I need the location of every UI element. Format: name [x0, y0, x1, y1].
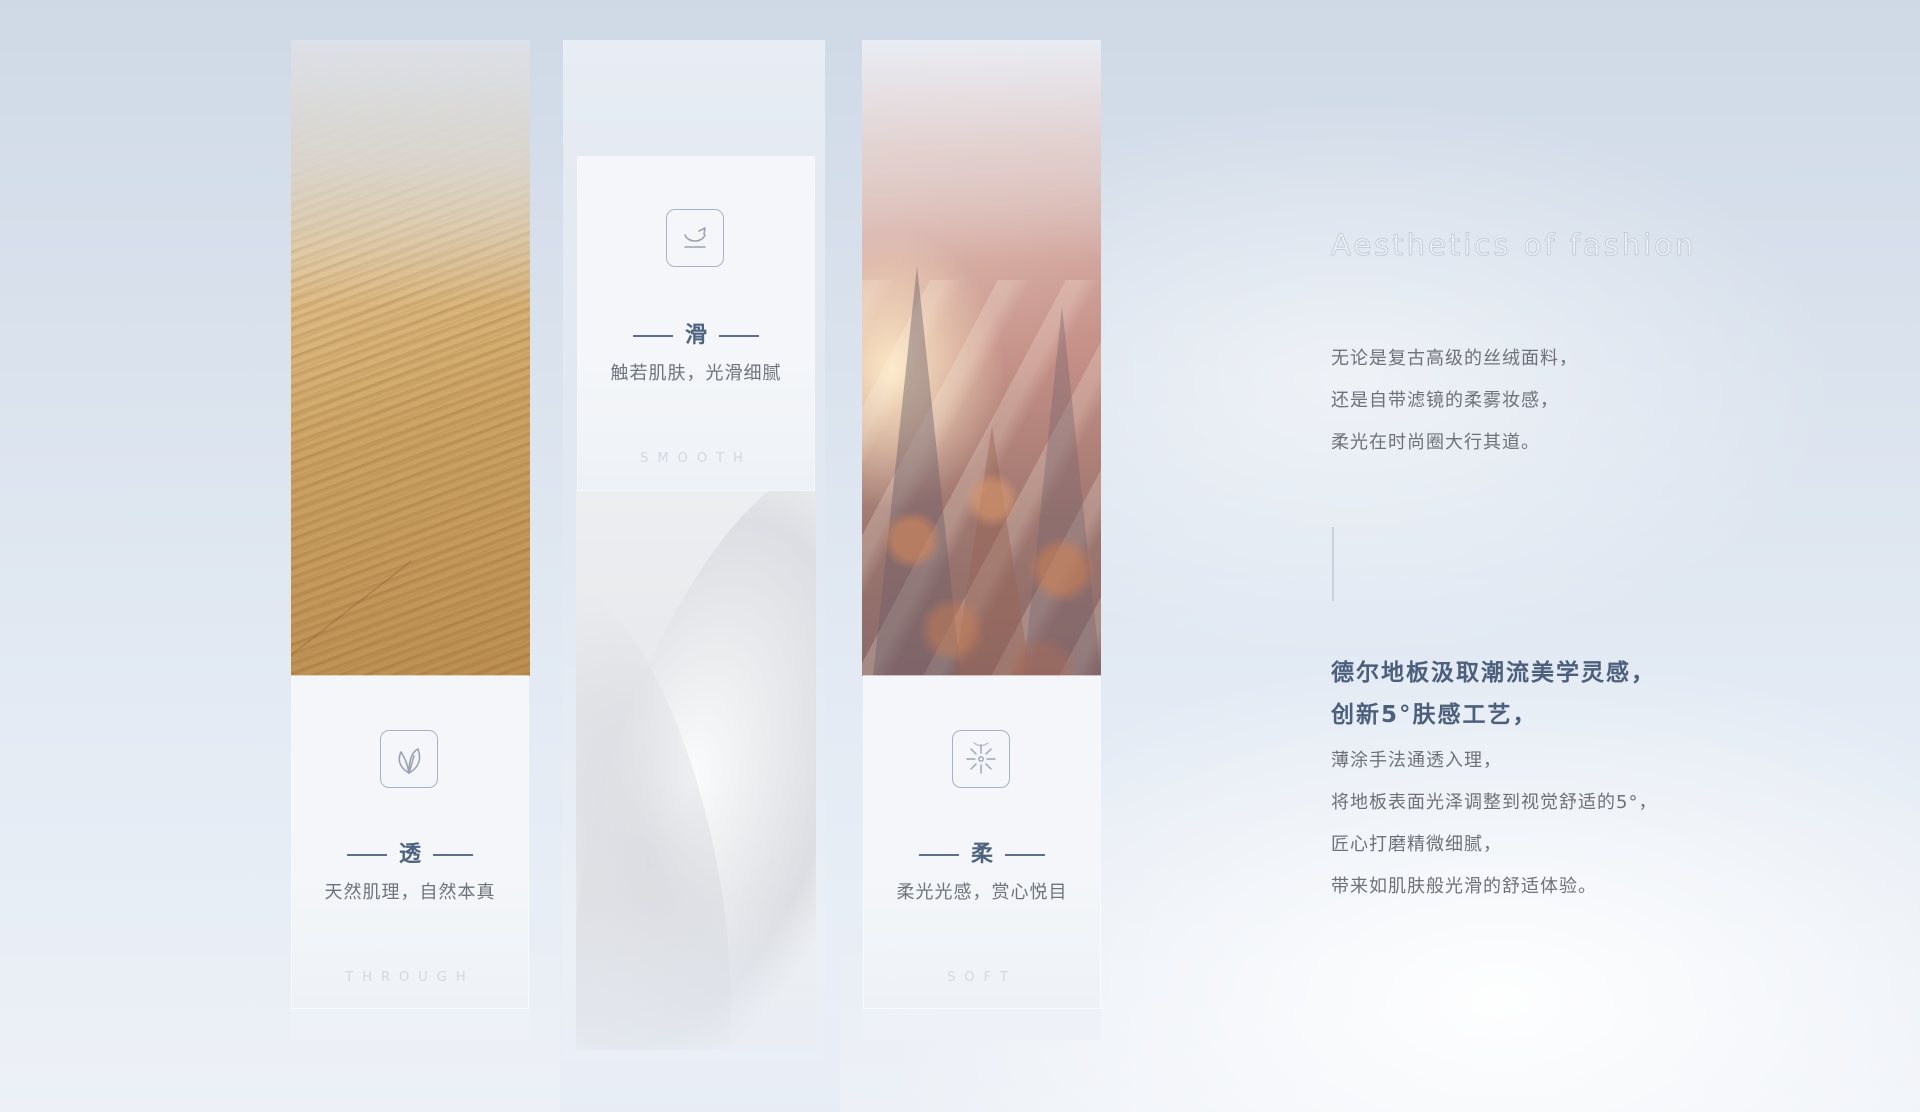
vertical-divider: [1332, 527, 1334, 601]
wood-plank-seam: [291, 560, 530, 680]
card-subtitle: 天然肌理，自然本真: [324, 882, 496, 903]
card-title: 透: [398, 842, 421, 867]
title-dash-right: [719, 335, 759, 337]
paragraph-line: 将地板表面光泽调整到视觉舒适的5°，: [1331, 792, 1658, 813]
card-english-label: SOFT: [947, 970, 1017, 985]
silk-fade-overlay: [560, 900, 840, 1112]
autumn-leaves: [882, 460, 1101, 676]
feature-card-soft: 柔 柔光光感，赏心悦目 SOFT: [864, 676, 1100, 1008]
english-heading: Aesthetics of fashion: [1330, 228, 1697, 263]
title-dash-right: [1005, 854, 1045, 856]
feature-card-smooth: 滑 触若肌肤，光滑细腻 SMOOTH: [578, 157, 814, 490]
card-subtitle: 触若肌肤，光滑细腻: [610, 363, 782, 384]
leaf-icon: [380, 730, 438, 788]
paragraph-line: 无论是复古高级的丝绒面料，: [1331, 348, 1578, 369]
title-dash-right: [433, 854, 473, 856]
card-title-row: 柔: [864, 842, 1100, 868]
forest-sunlight-image: [862, 40, 1101, 676]
card-english-label: THROUGH: [345, 970, 475, 985]
highlight-line: 德尔地板汲取潮流美学灵感，: [1331, 660, 1656, 686]
feature-card-through: 透 天然肌理，自然本真 THROUGH: [292, 676, 528, 1008]
soft-light-icon: [952, 730, 1010, 788]
card-title: 柔: [970, 842, 993, 867]
paragraph-line: 薄涂手法通透入理，: [1331, 750, 1502, 771]
card-title-row: 滑: [578, 323, 814, 349]
paragraph-line: 带来如肌肤般光滑的舒适体验。: [1331, 876, 1597, 897]
paragraph-line: 还是自带滤镜的柔雾妆感，: [1331, 390, 1559, 411]
card-english-label: SMOOTH: [640, 451, 752, 466]
paragraph-line: 柔光在时尚圈大行其道。: [1331, 432, 1540, 453]
card-title-row: 透: [292, 842, 528, 868]
title-dash-left: [346, 854, 387, 856]
paragraph-line: 匠心打磨精微细腻，: [1331, 834, 1502, 855]
smooth-surface-icon: [666, 209, 724, 267]
title-dash-left: [632, 335, 673, 337]
intro-paragraph: 无论是复古高级的丝绒面料， 还是自带滤镜的柔雾妆感， 柔光在时尚圈大行其道。: [1331, 344, 1578, 470]
detail-paragraph: 薄涂手法通透入理， 将地板表面光泽调整到视觉舒适的5°， 匠心打磨精微细腻， 带…: [1331, 746, 1657, 914]
highlight-line: 创新5°肤感工艺，: [1331, 702, 1538, 728]
card-title: 滑: [684, 323, 707, 348]
title-dash-left: [918, 854, 959, 856]
highlight-heading: 德尔地板汲取潮流美学灵感， 创新5°肤感工艺，: [1331, 655, 1656, 739]
card-subtitle: 柔光光感，赏心悦目: [896, 882, 1068, 903]
